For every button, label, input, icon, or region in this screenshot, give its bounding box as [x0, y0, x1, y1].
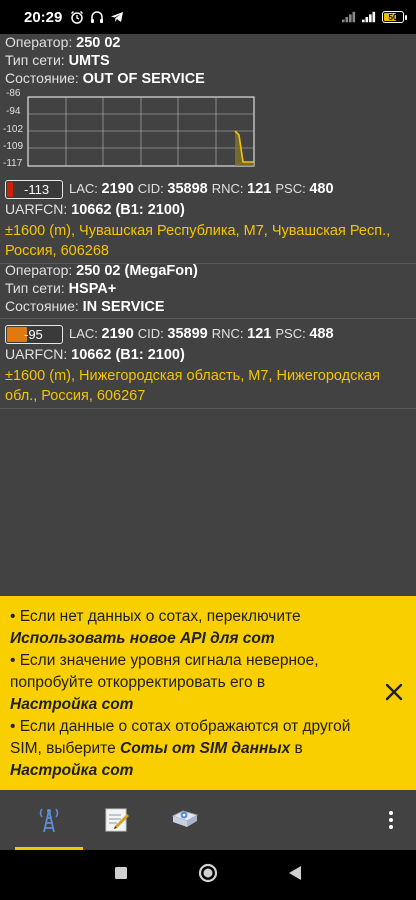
- uarfcn-row: UARFCN: 10662 (B1: 2100): [0, 346, 416, 364]
- operator-row: Оператор: 250 02: [0, 34, 416, 52]
- uarfcn-value: 10662 (B1: 2100): [71, 202, 185, 218]
- cid-label: CID:: [137, 326, 164, 341]
- signal-row: -113 LAC: 2190 CID: 35898 RNC: 121 PSC: …: [0, 178, 416, 200]
- tip-signal-correction: • Если значение уровня сигнала неверное,…: [10, 650, 376, 716]
- y-tick: -94: [6, 106, 21, 117]
- tip-text: • Если нет данных о сотах, переключите: [10, 608, 301, 625]
- rnc-value: 121: [247, 326, 272, 342]
- state-row: Состояние: IN SERVICE: [0, 298, 416, 316]
- rnc-label: RNC:: [211, 181, 244, 196]
- state-label: Состояние:: [5, 70, 79, 86]
- signal-2-icon: [362, 10, 376, 24]
- headphones-icon: [90, 10, 104, 24]
- bottom-toolbar: [0, 790, 416, 850]
- y-tick: -109: [3, 141, 23, 152]
- signal-row: -95 LAC: 2190 CID: 35899 RNC: 121 PSC: 4…: [0, 323, 416, 345]
- network-type-row: Тип сети: HSPA+: [0, 280, 416, 298]
- alarm-icon: [70, 10, 84, 24]
- signal-strength-box: -95: [5, 324, 63, 344]
- log-icon[interactable]: [83, 790, 151, 850]
- signal-strength-value: -95: [24, 326, 43, 342]
- divider: [0, 318, 416, 319]
- network-type-label: Тип сети:: [5, 52, 65, 68]
- tip-text: в: [294, 740, 303, 757]
- tip-text: • Если значение уровня сигнала неверное,…: [10, 652, 319, 691]
- network-type-row: Тип сети: UMTS: [0, 52, 416, 70]
- operator-value: 250 02: [76, 35, 121, 51]
- rnc-label: RNC:: [211, 326, 244, 341]
- psc-value: 480: [309, 181, 334, 197]
- recents-square-icon[interactable]: [114, 866, 128, 885]
- signal-icon: [342, 10, 356, 24]
- y-tick: -117: [3, 158, 23, 169]
- psc-label: PSC:: [275, 181, 306, 196]
- cell-block-1: Оператор: 250 02 Тип сети: UMTS Состояни…: [0, 34, 416, 88]
- psc-value: 488: [309, 326, 334, 342]
- close-icon[interactable]: [384, 682, 404, 702]
- battery-level: 50: [388, 12, 398, 22]
- network-type-value: HSPA+: [68, 281, 117, 297]
- home-circle-icon[interactable]: [198, 863, 218, 888]
- psc-label: PSC:: [275, 326, 306, 341]
- y-tick: -86: [6, 88, 21, 99]
- signal-strength-box: -113: [5, 179, 63, 199]
- network-type-value: UMTS: [68, 53, 110, 69]
- cell-address[interactable]: ±1600 (m), Чувашская Республика, М7, Чув…: [0, 221, 416, 261]
- operator-value: 250 02 (MegaFon): [76, 263, 198, 279]
- signal-history-graph: -86 -94 -102 -109 -117: [0, 85, 260, 172]
- cell-address[interactable]: ±1600 (m), Нижегородская область, М7, Ни…: [0, 366, 416, 406]
- tip-sim-data: • Если данные о сотах отображаются от др…: [10, 716, 376, 782]
- tip-new-api: • Если нет данных о сотах, переключите И…: [10, 606, 376, 650]
- signal-strength-bar: [7, 181, 13, 197]
- divider: [0, 408, 416, 409]
- rnc-value: 121: [247, 181, 272, 197]
- lac-value: 2190: [101, 326, 134, 342]
- battery-icon: 50: [382, 11, 407, 23]
- operator-label: Оператор:: [5, 262, 73, 278]
- uarfcn-value: 10662 (B1: 2100): [71, 347, 185, 363]
- tips-panel: • Если нет данных о сотах, переключите И…: [0, 596, 416, 790]
- telegram-icon: [110, 10, 124, 24]
- system-navigation-bar: [0, 850, 416, 900]
- status-bar: 20:29 50: [0, 0, 416, 34]
- operator-label: Оператор:: [5, 34, 73, 50]
- more-vert-icon[interactable]: [376, 811, 406, 829]
- lac-label: LAC:: [69, 181, 98, 196]
- cell-block-1-details: -113 LAC: 2190 CID: 35898 RNC: 121 PSC: …: [0, 178, 416, 264]
- lac-label: LAC:: [69, 326, 98, 341]
- uarfcn-row: UARFCN: 10662 (B1: 2100): [0, 201, 416, 219]
- tip-setting-name[interactable]: Настройка сот: [10, 762, 133, 779]
- state-value: IN SERVICE: [82, 299, 165, 315]
- tip-setting-name[interactable]: Соты от SIM данных: [120, 740, 290, 757]
- cid-label: CID:: [137, 181, 164, 196]
- signal-strength-value: -113: [24, 181, 50, 197]
- operator-row: Оператор: 250 02 (MegaFon): [0, 262, 416, 280]
- cid-value: 35898: [167, 181, 208, 197]
- uarfcn-label: UARFCN:: [5, 346, 68, 362]
- lac-value: 2190: [101, 181, 134, 197]
- state-label: Состояние:: [5, 298, 79, 314]
- cell-tower-icon[interactable]: [15, 790, 83, 850]
- tip-setting-name[interactable]: Использовать новое API для сот: [10, 630, 275, 647]
- clock: 20:29: [24, 8, 63, 26]
- network-type-label: Тип сети:: [5, 280, 65, 296]
- cid-value: 35899: [167, 326, 208, 342]
- y-tick: -102: [3, 124, 23, 135]
- uarfcn-label: UARFCN:: [5, 201, 68, 217]
- tip-setting-name[interactable]: Настройка сот: [10, 696, 133, 713]
- back-triangle-icon[interactable]: [288, 865, 302, 886]
- map-icon[interactable]: [151, 790, 219, 850]
- cell-block-2: Оператор: 250 02 (MegaFon) Тип сети: HSP…: [0, 262, 416, 409]
